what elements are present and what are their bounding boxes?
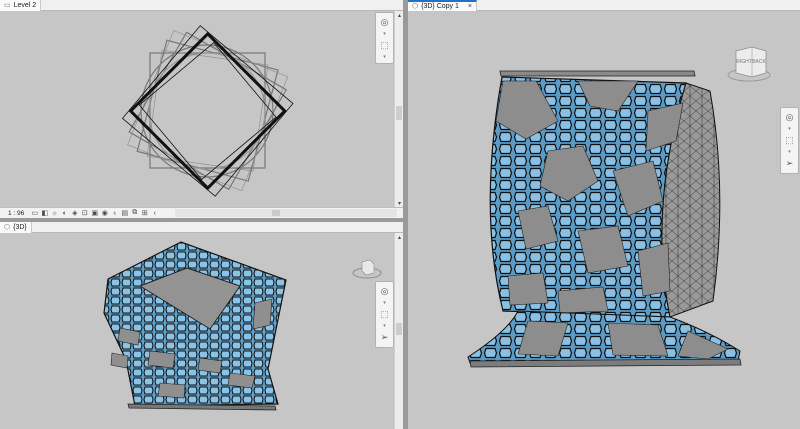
scroll-up-arrow[interactable]: ▴ (395, 233, 403, 241)
tab-3d-copy-1[interactable]: ⬡ {3D} Copy 1 × (408, 0, 477, 11)
reveal-hidden-icon[interactable]: ♁ (110, 209, 119, 217)
zoom-region-icon[interactable]: ⬚ (783, 135, 796, 146)
viewcube-copy[interactable]: RIGHT BACK (726, 45, 772, 87)
close-tab-icon[interactable]: × (468, 3, 472, 10)
hidden-arrow[interactable]: ‹ (150, 209, 159, 217)
scroll-up-arrow[interactable]: ▴ (395, 11, 403, 19)
viewport-3d-copy-1[interactable]: ⬡ {3D} Copy 1 × RIGHT BACK ◎ ▾ ⬚ ▾ ➢ (408, 0, 800, 429)
steering-wheel-icon[interactable]: ◎ (378, 17, 391, 28)
3d-view-icon: ⬡ (412, 3, 419, 10)
horizontal-scrollbar[interactable] (175, 209, 397, 217)
sun-path-icon[interactable]: ☼ (50, 209, 59, 217)
plan-view-icon: ▭ (4, 2, 11, 9)
viewcube-icon (352, 259, 382, 279)
viewcube-right-label: BACK (752, 59, 766, 65)
fly-icon[interactable]: ➢ (783, 158, 796, 169)
steering-wheel-icon[interactable]: ◎ (378, 286, 391, 297)
tab-3d[interactable]: ⬡ {3D} (0, 222, 32, 233)
dropdown-arrow-2: ▾ (383, 323, 386, 329)
detail-level-icon[interactable]: ▭ (30, 209, 39, 217)
plan-canvas[interactable]: ◎ ▾ ⬚ ▾ ▴ ▾ 1 : 96 ▭ ◧ ☼ ◐ ◈ ⊡ ▣ ◉ ♁ ▤ ⧉… (0, 11, 403, 218)
scroll-thumb[interactable] (396, 323, 402, 335)
render-icon[interactable]: ◈ (70, 209, 79, 217)
viewcube-icon: RIGHT BACK (727, 46, 771, 82)
analytical-model-icon[interactable]: ▤ (120, 209, 129, 217)
show-crop-icon[interactable]: ▣ (90, 209, 99, 217)
dropdown-arrow: ▾ (383, 300, 386, 306)
tab-label: Level 2 (13, 1, 37, 9)
view-tabbar-3d: ⬡ {3D} (0, 222, 403, 233)
navigation-bar-copy: ◎ ▾ ⬚ ▾ ➢ (780, 107, 799, 174)
dropdown-arrow-2: ▾ (788, 149, 791, 155)
dropdown-arrow: ▾ (383, 31, 386, 37)
fly-icon[interactable]: ➢ (378, 332, 391, 343)
plan-drawing (121, 25, 294, 197)
constraints-icon[interactable]: ⊞ (140, 209, 149, 217)
zoom-region-icon[interactable]: ⬚ (378, 40, 391, 51)
dropdown-arrow-2: ▾ (383, 54, 386, 60)
vertical-scrollbar-3d[interactable]: ▴ (394, 233, 403, 429)
scroll-down-arrow[interactable]: ▾ (395, 199, 403, 207)
3d-model-drawing (103, 241, 287, 411)
vertical-scrollbar[interactable]: ▴ ▾ (394, 11, 403, 207)
view-tabbar-copy: ⬡ {3D} Copy 1 × (408, 0, 800, 11)
3d-view-icon: ⬡ (4, 224, 11, 231)
navigation-bar: ◎ ▾ ⬚ ▾ (375, 12, 394, 64)
viewcube-left-label: RIGHT (736, 59, 752, 65)
viewport-3d[interactable]: ⬡ {3D} ◎ ▾ ⬚ ▾ ➢ ▴ (0, 222, 403, 429)
temporary-hide-icon[interactable]: ◉ (100, 209, 109, 217)
viewcube-3d[interactable] (352, 257, 382, 283)
steering-wheel-icon[interactable]: ◎ (783, 112, 796, 123)
3d-copy-canvas[interactable]: RIGHT BACK ◎ ▾ ⬚ ▾ ➢ (408, 11, 800, 429)
view-tabbar: ▭ Level 2 (0, 0, 403, 11)
tab-label: {3D} Copy 1 (421, 2, 459, 10)
tab-label: {3D} (13, 223, 27, 231)
viewport-level-2[interactable]: ▭ Level 2 ◎ ▾ ⬚ ▾ ▴ ▾ 1: 96 ▭ ◧ ☼ ◐ ◈ ⊡… (0, 0, 403, 218)
view-scale[interactable]: 1 : 96 (0, 210, 30, 217)
horizontal-scroll-thumb[interactable] (272, 210, 280, 216)
visual-style-icon[interactable]: ◧ (40, 209, 49, 217)
navigation-bar-3d: ◎ ▾ ⬚ ▾ ➢ (375, 281, 394, 348)
view-splitter-vertical[interactable] (403, 0, 408, 429)
dropdown-arrow: ▾ (788, 126, 791, 132)
scroll-thumb[interactable] (396, 106, 402, 120)
highlight-displacement-icon[interactable]: ⧉ (130, 209, 139, 217)
crop-view-icon[interactable]: ⊡ (80, 209, 89, 217)
view-control-bar: 1 : 96 ▭ ◧ ☼ ◐ ◈ ⊡ ▣ ◉ ♁ ▤ ⧉ ⊞ ‹ (0, 207, 403, 218)
view-splitter-horizontal[interactable] (0, 218, 403, 222)
shadows-icon[interactable]: ◐ (60, 209, 69, 217)
zoom-region-icon[interactable]: ⬚ (378, 309, 391, 320)
tab-level-2[interactable]: ▭ Level 2 (0, 0, 42, 11)
3d-canvas[interactable]: ◎ ▾ ⬚ ▾ ➢ ▴ (0, 233, 403, 429)
